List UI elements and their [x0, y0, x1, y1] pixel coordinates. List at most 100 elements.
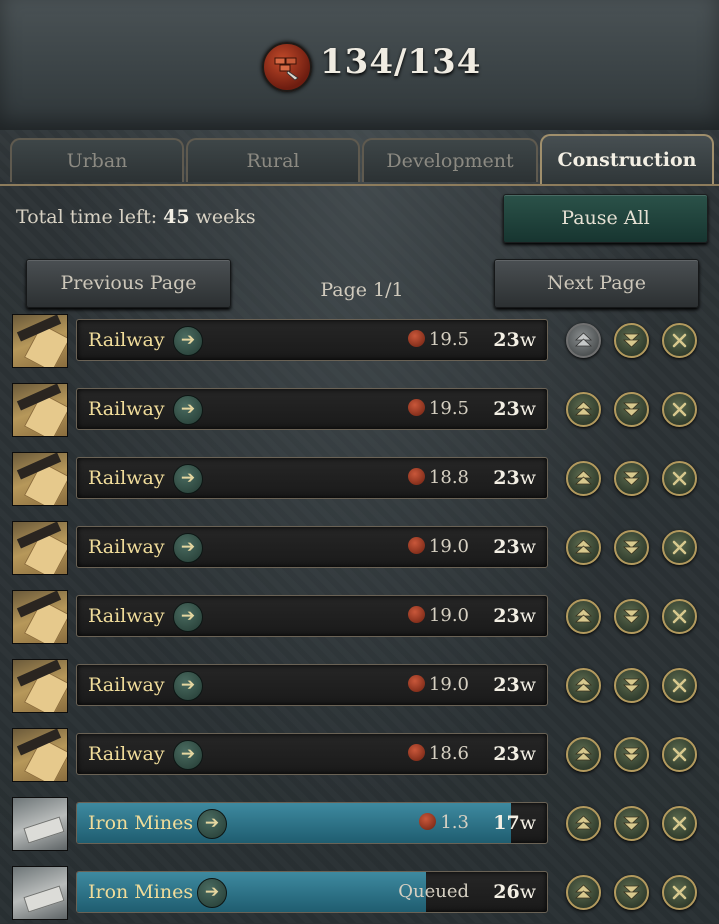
- construction-capacity: 134/134: [320, 42, 482, 82]
- move-down-button[interactable]: [614, 737, 649, 772]
- construction-brick-icon: [262, 42, 312, 92]
- cancel-button[interactable]: [662, 323, 697, 358]
- weeks-remaining: 23w: [493, 329, 536, 351]
- construction-cost: 19.0: [407, 596, 469, 636]
- construction-cost: 18.8: [407, 458, 469, 498]
- construction-brick-icon: [407, 675, 425, 692]
- weeks-remaining: 23w: [493, 536, 536, 558]
- move-down-button[interactable]: [614, 461, 649, 496]
- building-name: Iron Mines: [88, 881, 194, 903]
- queue-item-bar[interactable]: Railway ➔ 18.6 23w: [76, 733, 548, 775]
- railway-icon: [12, 728, 68, 782]
- queue-row: Railway ➔ 19.0 23w: [0, 588, 719, 648]
- queue-item-bar[interactable]: Railway ➔ 19.0 23w: [76, 664, 548, 706]
- move-up-button[interactable]: [566, 323, 601, 358]
- move-down-button[interactable]: [614, 530, 649, 565]
- move-up-button[interactable]: [566, 737, 601, 772]
- weeks-remaining: 23w: [493, 398, 536, 420]
- move-up-button[interactable]: [566, 599, 601, 634]
- tab-urban[interactable]: Urban: [10, 138, 184, 182]
- construction-brick-icon: [407, 399, 425, 416]
- move-down-button[interactable]: [614, 806, 649, 841]
- queue-item-bar[interactable]: Iron Mines ➔ Queued 26w: [76, 871, 548, 913]
- cancel-button[interactable]: [662, 737, 697, 772]
- cancel-button[interactable]: [662, 392, 697, 427]
- previous-page-button[interactable]: Previous Page: [26, 259, 231, 308]
- queue-item-bar[interactable]: Railway ➔ 19.0 23w: [76, 526, 548, 568]
- queue-row: Railway ➔ 19.0 23w: [0, 519, 719, 579]
- railway-icon: [12, 383, 68, 437]
- go-to-location-icon[interactable]: ➔: [173, 602, 203, 632]
- go-to-location-icon[interactable]: ➔: [173, 464, 203, 494]
- queue-item-bar[interactable]: Railway ➔ 18.8 23w: [76, 457, 548, 499]
- building-name: Railway: [88, 674, 165, 696]
- cancel-button[interactable]: [662, 806, 697, 841]
- move-up-button[interactable]: [566, 392, 601, 427]
- total-time-left: Total time left: 45 weeks: [16, 206, 256, 228]
- railway-icon: [12, 314, 68, 368]
- cancel-button[interactable]: [662, 875, 697, 910]
- cancel-button[interactable]: [662, 668, 697, 703]
- move-up-button[interactable]: [566, 530, 601, 565]
- tab-construction[interactable]: Construction: [540, 134, 714, 184]
- railway-icon: [12, 590, 68, 644]
- go-to-location-icon[interactable]: ➔: [173, 533, 203, 563]
- move-down-button[interactable]: [614, 875, 649, 910]
- move-up-button[interactable]: [566, 806, 601, 841]
- iron-mine-icon: [12, 797, 68, 851]
- go-to-location-icon[interactable]: ➔: [173, 740, 203, 770]
- queue-row: Iron Mines ➔ Queued 26w: [0, 864, 719, 924]
- weeks-remaining: 26w: [493, 881, 536, 903]
- go-to-location-icon[interactable]: ➔: [173, 395, 203, 425]
- move-down-button[interactable]: [614, 392, 649, 427]
- railway-icon: [12, 452, 68, 506]
- go-to-location-icon[interactable]: ➔: [197, 809, 227, 839]
- construction-brick-icon: [407, 606, 425, 623]
- queue-item-bar[interactable]: Railway ➔ 19.0 23w: [76, 595, 548, 637]
- tab-development[interactable]: Development: [362, 138, 538, 182]
- weeks-remaining: 23w: [493, 605, 536, 627]
- iron-mine-icon: [12, 866, 68, 920]
- move-up-button[interactable]: [566, 461, 601, 496]
- queue-row: Iron Mines ➔ 1.3 17w: [0, 795, 719, 855]
- construction-brick-icon: [407, 537, 425, 554]
- construction-brick-icon: [407, 330, 425, 347]
- pause-all-button[interactable]: Pause All: [503, 194, 708, 243]
- cancel-button[interactable]: [662, 530, 697, 565]
- weeks-remaining: 17w: [493, 812, 536, 834]
- go-to-location-icon[interactable]: ➔: [173, 326, 203, 356]
- queue-row: Railway ➔ 19.0 23w: [0, 657, 719, 717]
- queue-row: Railway ➔ 18.6 23w: [0, 726, 719, 786]
- time-left-label: Total time left:: [16, 206, 158, 228]
- construction-cost: 19.0: [407, 665, 469, 705]
- time-left-value: 45: [163, 206, 190, 228]
- tab-rural[interactable]: Rural: [186, 138, 360, 182]
- move-down-button[interactable]: [614, 668, 649, 703]
- go-to-location-icon[interactable]: ➔: [197, 878, 227, 908]
- queue-row: Railway ➔ 19.5 23w: [0, 381, 719, 441]
- move-up-button[interactable]: [566, 875, 601, 910]
- go-to-location-icon[interactable]: ➔: [173, 671, 203, 701]
- construction-cost: 19.5: [407, 389, 469, 429]
- cancel-button[interactable]: [662, 599, 697, 634]
- queue-status: Queued: [398, 881, 469, 902]
- weeks-remaining: 23w: [493, 674, 536, 696]
- capacity-header: 134/134: [0, 0, 719, 130]
- queue-item-bar[interactable]: Iron Mines ➔ 1.3 17w: [76, 802, 548, 844]
- move-up-button[interactable]: [566, 668, 601, 703]
- move-down-button[interactable]: [614, 323, 649, 358]
- building-name: Railway: [88, 743, 165, 765]
- weeks-remaining: 23w: [493, 743, 536, 765]
- queue-row: Railway ➔ 19.5 23w: [0, 312, 719, 372]
- construction-brick-icon: [407, 744, 425, 761]
- queue-row: Railway ➔ 18.8 23w: [0, 450, 719, 510]
- queue-item-bar[interactable]: Railway ➔ 19.5 23w: [76, 319, 548, 361]
- construction-brick-icon: [419, 813, 437, 830]
- building-name: Railway: [88, 605, 165, 627]
- construction-cost: 18.6: [407, 734, 469, 774]
- queue-item-bar[interactable]: Railway ➔ 19.5 23w: [76, 388, 548, 430]
- next-page-button[interactable]: Next Page: [494, 259, 699, 308]
- cancel-button[interactable]: [662, 461, 697, 496]
- time-left-unit: weeks: [195, 206, 256, 228]
- move-down-button[interactable]: [614, 599, 649, 634]
